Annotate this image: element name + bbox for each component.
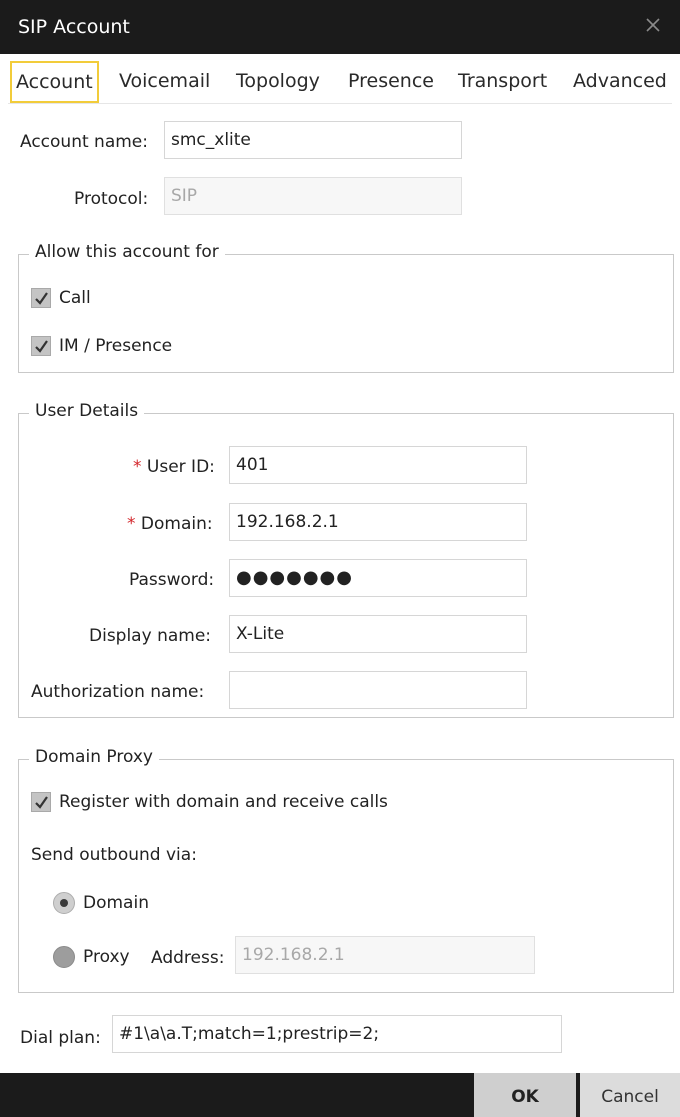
authorization-name-field[interactable] — [229, 671, 527, 709]
register-domain-label: Register with domain and receive calls — [59, 792, 388, 812]
protocol-field: SIP — [164, 177, 462, 215]
ok-button[interactable]: OK — [474, 1073, 576, 1117]
protocol-label: Protocol: — [74, 189, 149, 209]
user-details-group: User Details * User ID: 401 * Domain: 19… — [18, 401, 674, 718]
window-title: SIP Account — [18, 16, 130, 38]
radio-selected-icon — [53, 892, 75, 914]
dialog-footer: OK Cancel — [0, 1073, 680, 1117]
cancel-button[interactable]: Cancel — [580, 1073, 680, 1117]
password-label: Password: — [129, 570, 215, 590]
password-field[interactable]: ●●●●●●● — [229, 559, 527, 597]
radio-domain-label: Domain — [83, 893, 149, 913]
required-marker: * — [127, 514, 136, 534]
account-name-field[interactable]: smc_xlite — [164, 121, 462, 159]
user-id-field[interactable]: 401 — [229, 446, 527, 484]
account-name-label: Account name: — [20, 132, 148, 152]
tab-transport[interactable]: Transport — [458, 62, 547, 102]
checkbox-checked-icon — [31, 336, 51, 356]
domain-field[interactable]: 192.168.2.1 — [229, 503, 527, 541]
tab-advanced[interactable]: Advanced — [573, 62, 667, 102]
domain-proxy-group: Domain Proxy Register with domain and re… — [18, 747, 674, 993]
dial-plan-field[interactable]: #1\a\a.T;match=1;prestrip=2; — [112, 1015, 562, 1053]
radio-unselected-icon — [53, 946, 75, 968]
tab-account[interactable]: Account — [10, 61, 99, 103]
close-icon[interactable] — [642, 14, 664, 36]
proxy-address-field: 192.168.2.1 — [235, 936, 535, 974]
radio-domain[interactable]: Domain — [53, 892, 149, 914]
proxy-address-label: Address: — [151, 948, 225, 968]
im-presence-checkbox[interactable]: IM / Presence — [31, 336, 172, 356]
authorization-name-label: Authorization name: — [31, 682, 205, 702]
radio-proxy[interactable]: Proxy — [53, 946, 130, 968]
title-bar: SIP Account — [0, 0, 680, 54]
tab-presence[interactable]: Presence — [348, 62, 434, 102]
display-name-field[interactable]: X-Lite — [229, 615, 527, 653]
required-marker: * — [133, 457, 142, 477]
tab-voicemail[interactable]: Voicemail — [119, 62, 210, 102]
tab-topology[interactable]: Topology — [236, 62, 320, 102]
dial-plan-label: Dial plan: — [20, 1028, 101, 1048]
send-outbound-label: Send outbound via: — [31, 845, 197, 865]
allow-account-legend: Allow this account for — [29, 242, 225, 262]
allow-account-group: Allow this account for Call IM / Presenc… — [18, 242, 674, 373]
call-label: Call — [59, 288, 91, 308]
checkbox-checked-icon — [31, 792, 51, 812]
display-name-label: Display name: — [89, 626, 212, 646]
im-presence-label: IM / Presence — [59, 336, 173, 356]
checkbox-checked-icon — [31, 288, 51, 308]
user-id-label: * User ID: — [133, 457, 215, 477]
account-tab-panel: Account name: smc_xlite Protocol: SIP Al… — [8, 103, 674, 1071]
call-checkbox[interactable]: Call — [31, 288, 91, 308]
register-domain-checkbox[interactable]: Register with domain and receive calls — [31, 792, 388, 812]
domain-label: * Domain: — [127, 514, 213, 534]
tab-bar: Account Voicemail Topology Presence Tran… — [8, 61, 680, 103]
radio-proxy-label: Proxy — [83, 947, 130, 967]
user-details-legend: User Details — [29, 401, 145, 421]
domain-proxy-legend: Domain Proxy — [29, 747, 159, 767]
